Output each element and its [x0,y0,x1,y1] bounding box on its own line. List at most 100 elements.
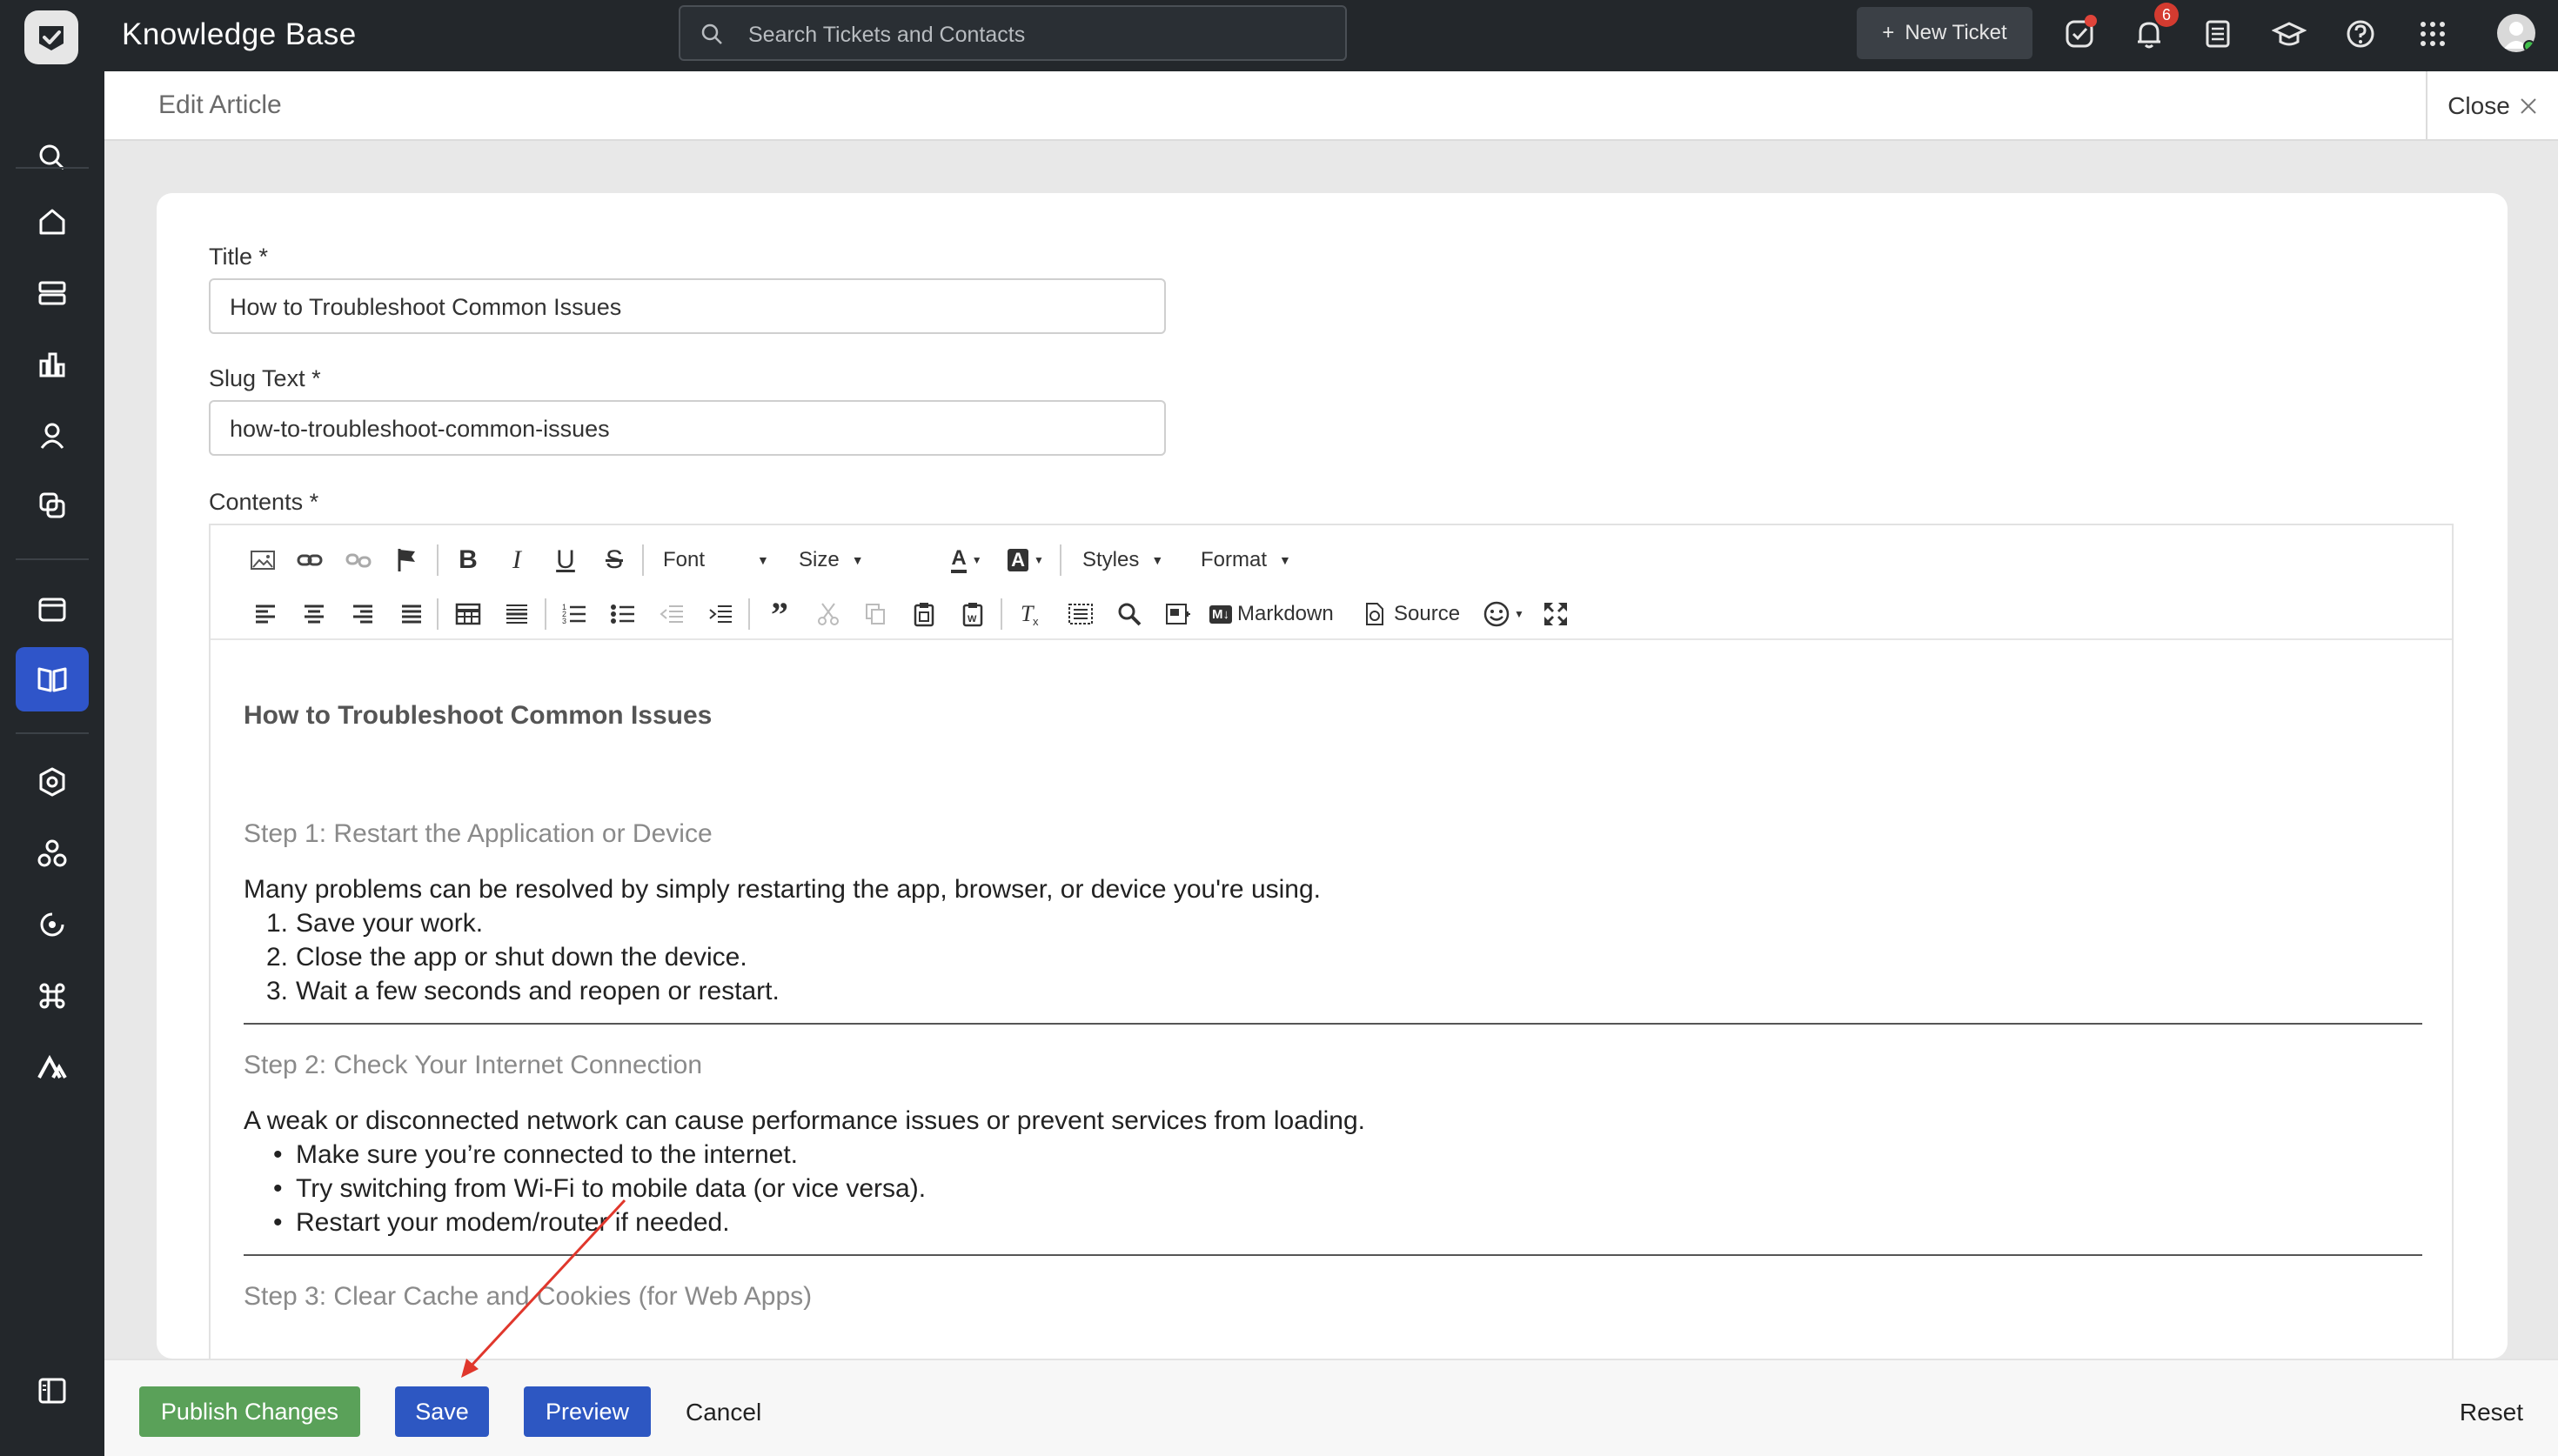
italic-button[interactable]: I [499,541,534,579]
insert-snippet-icon[interactable] [1161,595,1195,633]
section-divider [244,1254,2422,1256]
user-avatar[interactable] [2497,14,2535,52]
new-ticket-button[interactable]: + New Ticket [1857,7,2032,59]
increase-indent-icon[interactable] [703,595,738,633]
sidebar-home-icon[interactable] [16,190,89,254]
search-input[interactable]: Search Tickets and Contacts [679,5,1347,61]
apps-grid-icon[interactable] [2414,15,2452,53]
page-title: Edit Article [158,90,282,119]
emoji-button[interactable]: ▼ [1479,595,1528,633]
publish-changes-button[interactable]: Publish Changes [139,1386,360,1437]
insert-link-icon[interactable] [292,541,327,579]
contents-label: Contents * [209,489,319,515]
chevron-down-icon: ▼ [757,553,769,567]
sidebar-contacts-icon[interactable] [16,404,89,468]
sidebar-reports-icon[interactable] [16,332,89,397]
align-right-icon[interactable] [348,595,378,633]
sidebar-marketplace-icon[interactable] [16,1035,89,1099]
sidebar-knowledge-base-icon[interactable] [16,647,89,711]
sidebar-command-icon[interactable] [16,964,89,1028]
list-marker: • [273,1174,283,1203]
text-color-button[interactable]: A ▼ [945,541,988,579]
unlink-icon[interactable] [341,541,376,579]
rich-text-editor[interactable]: B I U S Font ▼ Size ▼ A ▼ A ▼ Styles ▼ F… [209,524,2454,1376]
sidebar-search-icon[interactable] [16,125,89,190]
source-label: Source [1394,602,1461,625]
anchor-flag-icon[interactable] [390,541,425,579]
step-2-title: Step 2: Check Your Internet Connection [244,1051,703,1079]
paste-word-icon[interactable]: W [955,595,990,633]
format-dropdown[interactable]: Format ▼ [1201,541,1305,579]
news-icon[interactable] [2199,15,2237,53]
bold-button[interactable]: B [451,541,485,579]
insert-table-icon[interactable] [451,595,485,633]
list-item: Save your work. [296,909,484,938]
find-replace-icon[interactable] [1112,595,1147,633]
reset-button[interactable]: Reset [2460,1399,2523,1426]
justify-icon[interactable] [397,595,426,633]
format-dropdown-label: Format [1201,548,1268,571]
decrease-indent-icon[interactable] [654,595,689,633]
numbered-list-icon[interactable]: 123 [557,595,592,633]
remove-format-icon[interactable]: Tx [1014,595,1049,633]
online-status-dot [2523,40,2535,52]
graduation-cap-icon[interactable] [2270,15,2308,53]
align-left-icon[interactable] [251,595,280,633]
copy-icon[interactable] [858,595,893,633]
svg-text:3: 3 [562,617,566,625]
list-item: Try switching from Wi-Fi to mobile data … [296,1174,927,1203]
list-item: Close the app or shut down the device. [296,943,747,972]
list-marker: 3. [266,977,289,1005]
underline-button[interactable]: U [548,541,583,579]
maximize-icon[interactable] [1538,595,1573,633]
save-button[interactable]: Save [395,1386,489,1437]
toolbar-divider [1060,544,1061,576]
slug-input[interactable]: how-to-troubleshoot-common-issues [209,400,1166,456]
preview-button[interactable]: Preview [524,1386,651,1437]
sidebar-teams-icon[interactable] [16,821,89,885]
markdown-button[interactable]: M↓ Markdown [1209,595,1349,633]
chevron-down-icon: ▼ [1514,608,1524,620]
app-title: Knowledge Base [122,17,357,51]
svg-text:x: x [1033,615,1039,626]
strikethrough-button[interactable]: S [597,541,632,579]
sidebar-automation-icon[interactable] [16,892,89,957]
sidebar-tickets-icon[interactable] [16,261,89,325]
list-marker: • [273,1208,283,1237]
paste-icon[interactable] [907,595,941,633]
background-color-button[interactable]: A ▼ [1002,541,1049,579]
sidebar-settings-icon[interactable] [16,750,89,814]
insert-image-icon[interactable] [245,541,280,579]
toolbar-divider [437,598,439,630]
notification-count-badge: 6 [2154,3,2179,27]
title-input[interactable]: How to Troubleshoot Common Issues [209,278,1166,334]
help-icon[interactable] [2341,15,2380,53]
search-icon [700,22,724,50]
step-3-title: Step 3: Clear Cache and Cookies (for Web… [244,1282,813,1311]
plus-icon: + [1882,21,1895,44]
sidebar-organizations-icon[interactable] [16,473,89,538]
size-dropdown[interactable]: Size ▼ [799,541,894,579]
blockquote-icon[interactable]: ” [762,595,797,634]
horizontal-line-icon[interactable] [499,595,534,633]
chevron-down-icon: ▼ [1034,554,1044,566]
bulleted-list-icon[interactable] [606,595,640,633]
font-dropdown[interactable]: Font ▼ [663,541,776,579]
tasks-icon[interactable] [2060,15,2099,53]
sidebar-collapse-icon[interactable] [16,1359,89,1423]
list-item: Wait a few seconds and reopen or restart… [296,977,780,1005]
sidebar-calendar-icon[interactable] [16,578,89,642]
list-item: Restart your modem/router if needed. [296,1208,730,1237]
step-1-title: Step 1: Restart the Application or Devic… [244,819,713,848]
toolbar-divider [748,598,750,630]
close-button[interactable]: Close [2426,71,2558,141]
notifications-bell-icon[interactable]: 6 [2130,3,2179,53]
form-actions-bar: Publish Changes Save Preview Cancel Rese… [104,1359,2558,1456]
align-center-icon[interactable] [299,595,329,633]
source-button[interactable]: Source [1364,595,1469,633]
app-logo-icon[interactable] [24,10,78,64]
styles-dropdown[interactable]: Styles ▼ [1082,541,1187,579]
select-all-icon[interactable] [1063,595,1098,633]
cut-icon[interactable] [811,595,846,633]
cancel-button[interactable]: Cancel [686,1399,761,1426]
